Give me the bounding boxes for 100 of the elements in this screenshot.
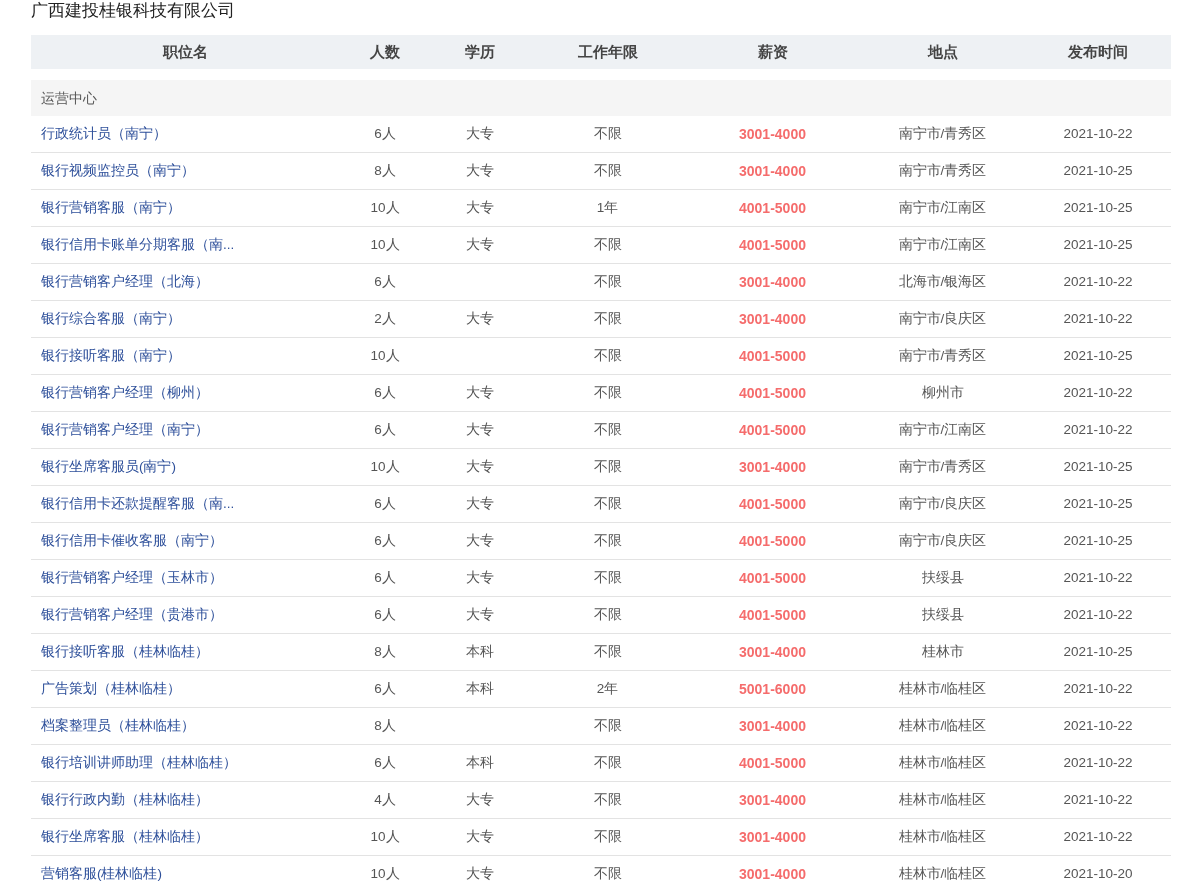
column-header: 人数	[340, 35, 430, 69]
job-title-link[interactable]: 银行信用卡还款提醒客服（南...	[41, 496, 235, 511]
table-cell: 柳州市	[921, 385, 964, 400]
job-title-link[interactable]: 银行营销客户经理（贵港市）	[41, 607, 223, 622]
column-header: 薪资	[685, 35, 860, 69]
table-cell: 6人	[374, 570, 396, 585]
job-title-link[interactable]: 银行培训讲师助理（桂林临桂）	[41, 755, 237, 770]
salary-text: 3001-4000	[739, 866, 806, 882]
table-cell: 大专	[466, 200, 494, 215]
table-cell: 2021-10-22	[1063, 718, 1133, 733]
table-cell: 大专	[466, 866, 494, 881]
table-cell: 6人	[374, 422, 396, 437]
table-cell: 2021-10-25	[1063, 163, 1133, 178]
table-cell: 不限	[593, 311, 622, 326]
table-cell: 8人	[374, 163, 396, 178]
column-header: 工作年限	[530, 35, 685, 69]
job-title-link[interactable]: 银行营销客服（南宁）	[41, 200, 181, 215]
table-cell: 不限	[593, 385, 622, 400]
table-cell: 2021-10-22	[1063, 570, 1133, 585]
job-title-link[interactable]: 银行坐席客服员(南宁)	[41, 459, 176, 474]
salary-text: 4001-5000	[739, 496, 806, 512]
table-cell: 2021-10-22	[1063, 792, 1133, 807]
salary-text: 3001-4000	[739, 311, 806, 327]
table-cell: 2021-10-25	[1063, 533, 1133, 548]
table-cell: 大专	[466, 792, 494, 807]
job-title-link[interactable]: 银行信用卡账单分期客服（南...	[41, 237, 235, 252]
job-title-link[interactable]: 银行接听客服（南宁）	[41, 348, 181, 363]
table-cell: 大专	[466, 311, 494, 326]
table-cell: 2021-10-25	[1063, 200, 1133, 215]
job-title-link[interactable]: 银行坐席客服（桂林临桂）	[41, 829, 209, 844]
table-cell: 8人	[374, 644, 396, 659]
table-cell: 不限	[593, 274, 622, 289]
table-cell: 南宁市/良庆区	[898, 311, 987, 326]
table-cell: 6人	[374, 607, 396, 622]
table-cell: 2021-10-25	[1063, 496, 1133, 511]
table-cell: 南宁市/良庆区	[898, 533, 987, 548]
table-cell: 不限	[593, 829, 622, 844]
table-cell: 本科	[466, 644, 494, 659]
salary-text: 4001-5000	[739, 607, 806, 623]
salary-text: 3001-4000	[739, 163, 806, 179]
job-title-link[interactable]: 银行营销客户经理（北海）	[41, 274, 209, 289]
table-cell: 2021-10-22	[1063, 607, 1133, 622]
job-title-link[interactable]: 银行信用卡催收客服（南宁）	[41, 533, 223, 548]
table-cell: 不限	[593, 126, 622, 141]
job-title-link[interactable]: 银行综合客服（南宁）	[41, 311, 181, 326]
table-cell: 桂林市/临桂区	[898, 829, 987, 844]
table-cell: 南宁市/江南区	[898, 237, 987, 252]
job-title-link[interactable]: 广告策划（桂林临桂）	[41, 681, 181, 696]
table-cell: 大专	[466, 385, 494, 400]
salary-text: 3001-4000	[739, 274, 806, 290]
table-cell: 南宁市/江南区	[898, 200, 987, 215]
salary-text: 4001-5000	[739, 348, 806, 364]
table-cell: 不限	[593, 237, 622, 252]
table-cell: 桂林市/临桂区	[898, 755, 987, 770]
table-cell: 大专	[466, 607, 494, 622]
salary-text: 4001-5000	[739, 570, 806, 586]
table-cell: 6人	[374, 126, 396, 141]
table-cell: 10人	[370, 829, 400, 844]
table-cell: 2021-10-20	[1063, 866, 1133, 881]
table-cell: 2021-10-25	[1063, 459, 1133, 474]
job-title-link[interactable]: 银行接听客服（桂林临桂）	[41, 644, 209, 659]
table-cell: 不限	[593, 607, 622, 622]
job-title-link[interactable]: 银行行政内勤（桂林临桂）	[41, 792, 209, 807]
table-cell: 2年	[596, 681, 619, 696]
job-title-link[interactable]: 营销客服(桂林临桂)	[41, 866, 162, 881]
table-cell: 不限	[593, 348, 622, 363]
job-title-link[interactable]: 银行营销客户经理（玉林市）	[41, 570, 223, 585]
column-header: 地点	[860, 35, 1025, 69]
table-cell: 大专	[466, 459, 494, 474]
job-title-link[interactable]: 银行视频监控员（南宁）	[41, 163, 195, 178]
table-cell: 不限	[593, 792, 622, 807]
job-title-link[interactable]: 银行营销客户经理（柳州）	[41, 385, 209, 400]
job-title-link[interactable]: 银行营销客户经理（南宁）	[41, 422, 209, 437]
table-cell: 北海市/银海区	[898, 274, 987, 289]
table-cell: 大专	[466, 422, 494, 437]
company-name: 广西建投桂银科技有限公司	[31, 0, 236, 22]
table-cell: 不限	[593, 496, 622, 511]
job-title-link[interactable]: 档案整理员（桂林临桂）	[41, 718, 195, 733]
salary-text: 3001-4000	[739, 718, 806, 734]
job-title-link[interactable]: 行政统计员（南宁）	[41, 126, 167, 141]
salary-text: 3001-4000	[739, 126, 806, 142]
table-cell: 南宁市/良庆区	[898, 496, 987, 511]
table-cell: 南宁市/江南区	[898, 422, 987, 437]
table-cell: 6人	[374, 385, 396, 400]
table-cell: 桂林市/临桂区	[898, 792, 987, 807]
salary-text: 4001-5000	[739, 200, 806, 216]
salary-text: 5001-6000	[739, 681, 806, 697]
salary-text: 3001-4000	[739, 792, 806, 808]
salary-text: 4001-5000	[739, 385, 806, 401]
table-cell: 6人	[374, 755, 396, 770]
table-cell: 桂林市/临桂区	[898, 866, 987, 881]
table-cell: 桂林市	[921, 644, 964, 659]
table-cell: 大专	[466, 570, 494, 585]
table-cell: 不限	[593, 644, 622, 659]
table-cell: 大专	[466, 163, 494, 178]
table-cell: 10人	[370, 459, 400, 474]
table-cell: 不限	[593, 718, 622, 733]
table-cell: 不限	[593, 533, 622, 548]
section-row: 运营中心	[31, 80, 1171, 116]
table-cell: 8人	[374, 718, 396, 733]
